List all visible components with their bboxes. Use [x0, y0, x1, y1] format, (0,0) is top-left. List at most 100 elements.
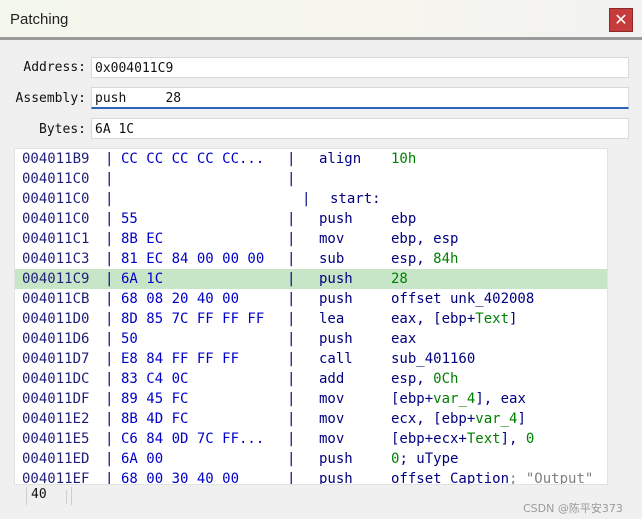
row-mnemonic: push	[319, 451, 353, 467]
row-operands: esp, 0Ch	[391, 371, 458, 387]
row-operands: [ebp+ecx+Text], 0	[391, 431, 534, 447]
listing-row[interactable]: 004011DC | 83 C4 0C | add esp, 0Ch	[15, 369, 607, 389]
listing-row[interactable]: 004011CB | 68 08 20 40 00 | push offset unk_4…	[15, 289, 607, 309]
row-bytes: 8B 4D FC	[121, 411, 189, 427]
row-separator: |	[287, 311, 296, 327]
operand-part: ecx, [ebp+	[391, 411, 476, 427]
row-address: 004011DF	[22, 391, 90, 407]
listing-row[interactable]: 004011C0 | |	[15, 169, 607, 189]
row-bytes: 89 45 FC	[121, 391, 189, 407]
listing-row[interactable]: 004011EF | 68 00 30 40 00 | push offset Capti…	[15, 469, 607, 485]
title-bar: Patching ✕	[0, 0, 642, 40]
row-bytes: 81 EC 84 00 00 00	[121, 251, 265, 267]
row-address: 004011D0	[22, 311, 90, 327]
listing-row[interactable]: 004011D7 | E8 84 FF FF FF | call sub_401160	[15, 349, 607, 369]
row-operands: 10h	[391, 151, 416, 167]
address-field[interactable]: 0x004011C9	[91, 57, 629, 78]
listing-row[interactable]: 004011D0 | 8D 85 7C FF FF FF | lea eax, [ebp+…	[15, 309, 607, 329]
row-address: 004011C3	[22, 251, 90, 267]
close-icon: ✕	[614, 10, 628, 29]
listing-row[interactable]: 004011E5 | C6 84 0D 7C FF... | mov [ebp+ecx+T…	[15, 429, 607, 449]
row-mnemonic: mov	[319, 231, 345, 247]
row-separator: |	[287, 411, 296, 427]
row-address: 004011D6	[22, 331, 90, 347]
operand-part: 0	[525, 431, 535, 447]
row-separator: |	[105, 271, 114, 287]
row-bytes: 6A 1C	[121, 271, 164, 287]
row-bytes: 6A 00	[121, 451, 164, 467]
row-separator: |	[105, 451, 114, 467]
operand-part: [ebp+	[391, 391, 434, 407]
row-address: 004011CB	[22, 291, 90, 307]
row-separator: |	[302, 191, 311, 207]
listing-row[interactable]: 004011C0 | 55 | push ebp	[15, 209, 607, 229]
row-bytes: 55	[121, 211, 138, 227]
row-separator: |	[287, 171, 296, 187]
operand-part: 0Ch	[433, 371, 459, 387]
row-mnemonic: call	[319, 351, 353, 367]
row-bytes: 68 08 20 40 00	[121, 291, 240, 307]
listing-row[interactable]: 004011D6 | 50 | push eax	[15, 329, 607, 349]
row-separator: |	[105, 211, 114, 227]
operand-part: offset Caption	[391, 471, 510, 485]
address-label: Address:	[23, 60, 86, 75]
listing-row[interactable]: 004011C3 | 81 EC 84 00 00 00 | sub esp, 84h	[15, 249, 607, 269]
row-operands: offset unk_402008	[391, 291, 534, 307]
row-separator: |	[105, 331, 114, 347]
row-separator: |	[287, 271, 296, 287]
row-address: 004011B9	[22, 151, 90, 167]
operand-part: eax, [ebp+	[391, 311, 476, 327]
row-address: 004011EF	[22, 471, 90, 485]
listing-row[interactable]: 004011ED | 6A 00 | push 0; uType	[15, 449, 607, 469]
operand-part: ebp	[391, 211, 417, 227]
row-address: 004011D7	[22, 351, 90, 367]
listing-row[interactable]: 004011B9 | CC CC CC CC CC... | align 10h	[15, 149, 607, 169]
disassembly-listing[interactable]: 004011B9 | CC CC CC CC CC... | align 10h 00401…	[14, 148, 608, 485]
assembly-field[interactable]: push 28	[91, 87, 629, 109]
address-row: Address:	[0, 57, 86, 79]
row-operands: [ebp+var_4], eax	[391, 391, 526, 407]
row-mnemonic: sub	[319, 251, 345, 267]
row-separator: |	[105, 251, 114, 267]
operand-part: offset unk_402008	[391, 291, 535, 307]
row-operands: offset Caption; "Output"	[391, 471, 593, 485]
bytes-label: Bytes:	[39, 122, 86, 137]
row-operands: 0; uType	[391, 451, 458, 467]
listing-row[interactable]: 004011E2 | 8B 4D FC | mov ecx, [ebp+var_4]	[15, 409, 607, 429]
row-bytes: CC CC CC CC CC...	[121, 151, 265, 167]
row-mnemonic: align	[319, 151, 362, 167]
row-separator: |	[287, 231, 296, 247]
row-operands: sub_401160	[391, 351, 475, 367]
row-address: 004011E5	[22, 431, 90, 447]
row-operands: esp, 84h	[391, 251, 458, 267]
operand-part: ebp, esp	[391, 231, 459, 247]
row-mnemonic: mov	[319, 391, 345, 407]
assembly-row: Assembly:	[0, 88, 86, 110]
row-mnemonic: push	[319, 331, 353, 347]
listing-row-selected[interactable]: 004011C9 | 6A 1C | push 28	[15, 269, 607, 289]
operand-part: sub_401160	[391, 351, 476, 367]
row-address: 004011C1	[22, 231, 90, 247]
row-bytes: 8B EC	[121, 231, 164, 247]
row-mnemonic: push	[319, 471, 353, 485]
row-operands: eax	[391, 331, 416, 347]
row-separator: |	[105, 191, 114, 207]
status-divider	[66, 490, 67, 504]
operand-part: eax	[391, 331, 417, 347]
row-separator: |	[287, 251, 296, 267]
listing-row[interactable]: 004011DF | 89 45 FC | mov [ebp+var_4], eax	[15, 389, 607, 409]
row-mnemonic: push	[319, 291, 353, 307]
operand-part: Text	[466, 431, 501, 447]
operand-part: ]	[517, 411, 526, 427]
listing-row[interactable]: 004011C1 | 8B EC | mov ebp, esp	[15, 229, 607, 249]
operand-part: esp,	[391, 251, 434, 267]
bytes-field[interactable]: 6A 1C	[91, 118, 629, 139]
row-separator: |	[287, 451, 296, 467]
row-separator: |	[105, 431, 114, 447]
operand-part: var_4	[475, 411, 518, 427]
row-mnemonic: push	[319, 271, 353, 287]
watermark: CSDN @陈平安373	[523, 502, 623, 515]
row-label: start:	[330, 191, 381, 207]
listing-row[interactable]: 004011C0 | | start:	[15, 189, 607, 209]
close-button[interactable]: ✕	[609, 8, 633, 32]
